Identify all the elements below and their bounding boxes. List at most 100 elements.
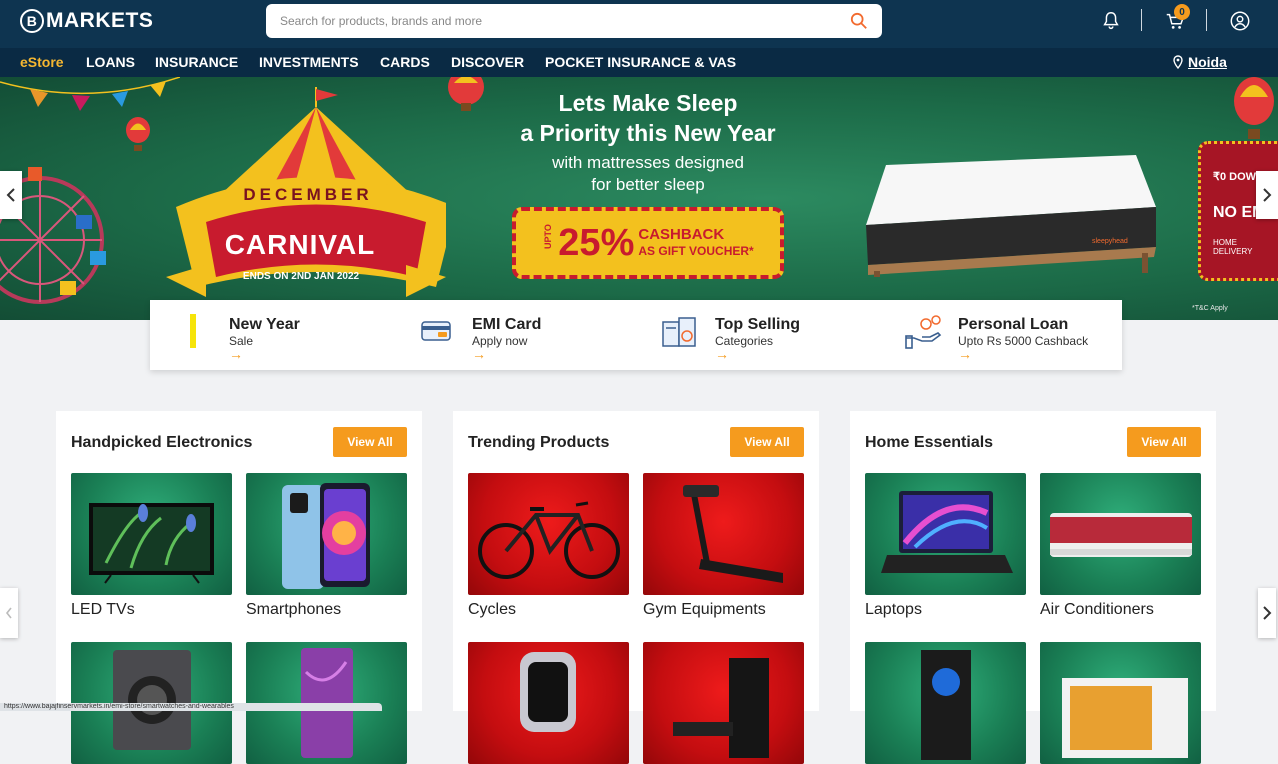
tile-laptops[interactable]: [865, 473, 1026, 595]
home-delivery-text: HOME DELIVERY: [1213, 238, 1253, 256]
hot-air-balloon-icon: [1234, 77, 1274, 139]
header-divider: [1141, 9, 1142, 31]
tile-label: Smartphones: [246, 601, 342, 618]
quick-link-new-year-sale[interactable]: New Year Sale →: [186, 314, 416, 362]
tile-smartwatches[interactable]: [468, 642, 629, 764]
search-input[interactable]: [280, 4, 840, 38]
banner-prev-arrow[interactable]: [0, 171, 22, 219]
card-title: Home Essentials: [865, 434, 994, 451]
card-title: Trending Products: [468, 434, 610, 451]
carnival-title-text: CARNIVAL: [224, 229, 376, 260]
quick-link-personal-loan[interactable]: Personal Loan Upto Rs 5000 Cashback →: [904, 314, 1134, 362]
card-icon: [421, 321, 451, 341]
chevron-left-icon: [5, 607, 12, 619]
search-icon[interactable]: [850, 12, 868, 30]
carousel-next-arrow[interactable]: [1258, 588, 1276, 638]
view-all-button[interactable]: View All: [333, 427, 407, 457]
treadmill-image: [683, 485, 783, 583]
hot-air-balloon-icon: [126, 117, 150, 151]
top-header: B MARKETS 0: [0, 0, 1278, 48]
main-nav: eStore LOANS INSURANCE INVESTMENTS CARDS…: [0, 48, 1278, 77]
quick-link-title: Top Selling: [715, 316, 801, 333]
view-all-button[interactable]: View All: [730, 427, 804, 457]
carnival-month-text: DECEMBER: [243, 185, 373, 204]
arrow-right-icon: →: [472, 346, 486, 362]
logo-mark: B: [20, 9, 44, 33]
location-name: Noida: [1188, 54, 1227, 70]
cashback-description: CASHBACK AS GIFT VOUCHER*: [638, 227, 753, 259]
arrow-right-icon: →: [229, 346, 243, 362]
hero-banner[interactable]: DECEMBER CARNIVAL ENDS ON 2ND JAN 2022 L…: [0, 77, 1278, 320]
banner-headline-line2: a Priority this New Year: [520, 120, 776, 146]
category-card-home-essentials: Home Essentials View All Laptops Air Con…: [850, 411, 1216, 764]
carousel-prev-arrow[interactable]: [0, 588, 18, 638]
nav-estore[interactable]: eStore: [20, 54, 64, 70]
laptop-image: [881, 491, 1013, 573]
quick-links-bar: New Year Sale → EMI Card Apply now → Top…: [150, 300, 1122, 370]
smartphone-image: [282, 483, 370, 589]
user-account-icon[interactable]: [1229, 10, 1251, 32]
tile-microwave-ovens[interactable]: [1040, 642, 1201, 764]
tile-label: Gym Equipments: [643, 601, 766, 618]
logo-text: MARKETS: [46, 9, 154, 32]
bajaj-markets-logo[interactable]: B MARKETS: [20, 8, 153, 34]
location-pin-icon: [1173, 55, 1183, 69]
yellow-bar-icon: [190, 314, 196, 348]
quick-link-subtitle: Upto Rs 5000 Cashback: [958, 334, 1089, 348]
cashback-line1: CASHBACK: [638, 226, 725, 243]
banner-headline-line1: Lets Make Sleep: [558, 90, 738, 116]
tile-label: LED TVs: [71, 601, 135, 618]
tile-home-theatre[interactable]: [865, 642, 1026, 764]
quick-link-emi-card[interactable]: EMI Card Apply now →: [420, 314, 650, 362]
view-all-button[interactable]: View All: [1127, 427, 1201, 457]
status-bar-url: https://www.bajajfinservmarkets.in/emi-s…: [0, 703, 382, 711]
nav-investments[interactable]: INVESTMENTS: [259, 54, 359, 70]
card-title: Handpicked Electronics: [71, 434, 253, 451]
cart-count-badge: 0: [1174, 4, 1190, 20]
bell-icon[interactable]: [1100, 10, 1122, 32]
tile-gym-equipments[interactable]: [643, 473, 804, 595]
quick-link-title: New Year: [229, 316, 300, 333]
chevron-left-icon: [6, 188, 15, 202]
nav-insurance[interactable]: INSURANCE: [155, 54, 238, 70]
mattress-product-image: sleepyhead: [866, 155, 1156, 277]
tile-led-tvs[interactable]: [71, 473, 232, 595]
nav-loans[interactable]: LOANS: [86, 54, 135, 70]
nav-cards[interactable]: CARDS: [380, 54, 430, 70]
air-conditioner-image: [1050, 513, 1192, 557]
smartwatch-image: [520, 652, 576, 732]
quick-link-title: EMI Card: [472, 316, 542, 333]
led-tv-image: [89, 503, 214, 584]
tile-smartphones[interactable]: [246, 473, 407, 595]
bunting-decoration: [0, 77, 180, 111]
banner-subtitle: with mattresses designed for better slee…: [480, 152, 816, 196]
tile-speakers[interactable]: [643, 642, 804, 764]
tile-label: Air Conditioners: [1040, 601, 1154, 618]
quick-link-title: Personal Loan: [958, 316, 1069, 333]
category-card-electronics: Handpicked Electronics View All LED TVs …: [56, 411, 422, 764]
cashback-line2: AS GIFT VOUCHER*: [638, 244, 754, 258]
banner-subtitle-line1: with mattresses designed: [552, 153, 744, 172]
quick-link-top-selling[interactable]: Top Selling Categories →: [660, 314, 890, 362]
cashback-upto-text: UPTO: [543, 224, 554, 249]
nav-discover[interactable]: DISCOVER: [451, 54, 524, 70]
location-selector[interactable]: Noida: [1172, 54, 1227, 70]
chevron-right-icon: [1263, 606, 1272, 620]
money-hand-icon: [905, 315, 942, 349]
party-speaker-image: [921, 650, 971, 760]
banner-next-arrow[interactable]: [1256, 171, 1278, 219]
search-bar: [266, 4, 882, 38]
tile-air-conditioners[interactable]: [1040, 473, 1201, 595]
tile-label: Cycles: [468, 601, 517, 618]
tile-cycles[interactable]: [468, 473, 629, 595]
banner-headline: Lets Make Sleep a Priority this New Year: [480, 88, 816, 148]
tile-label: Laptops: [865, 601, 922, 618]
bicycle-image: [478, 501, 620, 579]
nav-pocket-insurance[interactable]: POCKET INSURANCE & VAS: [545, 54, 736, 70]
mattress-brand-label: sleepyhead: [1092, 238, 1128, 245]
microwave-image: [1062, 678, 1188, 758]
category-card-trending: Trending Products View All Cycles Gym Eq…: [453, 411, 819, 764]
arrow-right-icon: →: [958, 346, 972, 362]
speaker-image: [673, 658, 769, 758]
carnival-end-date-text: ENDS ON 2ND JAN 2022: [242, 271, 360, 282]
